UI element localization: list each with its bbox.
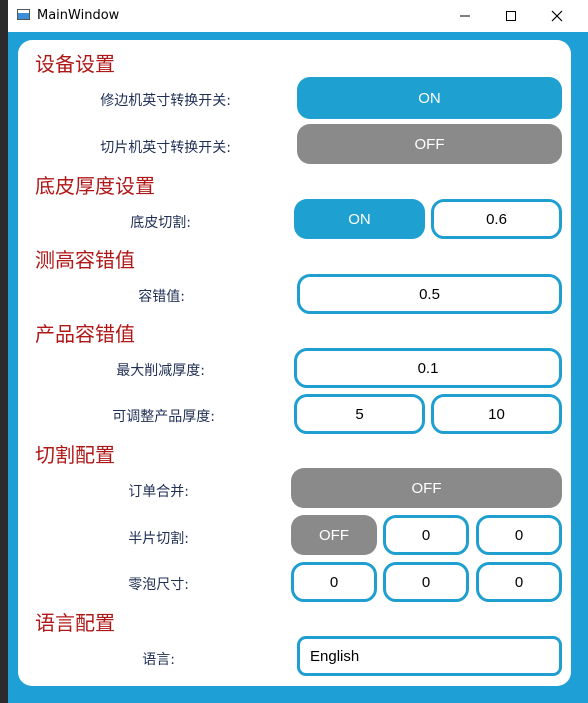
section-title-product: 产品容错值 xyxy=(35,322,135,346)
order-merge-label: 订单合并: xyxy=(128,484,189,500)
minimize-icon xyxy=(460,15,470,17)
half-cut-label: 半片切割: xyxy=(128,531,189,547)
title-bar: MainWindow xyxy=(8,0,588,32)
slice-inch-label: 切片机英寸转换开关: xyxy=(100,140,231,156)
bottom-cut-label: 底皮切割: xyxy=(130,215,191,231)
bubble-size-field-1[interactable]: 0 xyxy=(291,562,377,602)
bubble-size-label: 零泡尺寸: xyxy=(128,577,189,593)
settings-panel: 设备设置 修边机英寸转换开关: ON 切片机英寸转换开关: OFF 底皮厚度设置… xyxy=(18,40,571,686)
bottom-thickness-field[interactable]: 0.6 xyxy=(431,199,562,239)
half-cut-toggle[interactable]: OFF xyxy=(291,515,377,555)
bubble-size-field-2[interactable]: 0 xyxy=(383,562,469,602)
edge-inch-toggle[interactable]: ON xyxy=(297,77,562,119)
language-select[interactable]: English xyxy=(297,636,562,676)
bottom-cut-toggle[interactable]: ON xyxy=(294,199,425,239)
bubble-size-field-3[interactable]: 0 xyxy=(476,562,562,602)
adjustable-min-field[interactable]: 5 xyxy=(294,394,425,434)
tolerance-label: 容错值: xyxy=(138,289,185,305)
half-cut-field-1[interactable]: 0 xyxy=(383,515,469,555)
order-merge-toggle[interactable]: OFF xyxy=(291,468,562,508)
close-icon xyxy=(551,10,563,22)
section-title-device: 设备设置 xyxy=(35,52,115,76)
section-title-bottom: 底皮厚度设置 xyxy=(35,174,155,198)
adjustable-thickness-label: 可调整产品厚度: xyxy=(112,409,215,425)
app-icon xyxy=(17,9,30,20)
close-button[interactable] xyxy=(534,0,580,32)
window-title: MainWindow xyxy=(37,8,120,23)
half-cut-field-2[interactable]: 0 xyxy=(476,515,562,555)
minimize-button[interactable] xyxy=(442,0,488,32)
adjustable-max-field[interactable]: 10 xyxy=(431,394,562,434)
max-reduce-label: 最大削减厚度: xyxy=(116,363,205,379)
tolerance-field[interactable]: 0.5 xyxy=(297,274,562,314)
section-title-cutting: 切割配置 xyxy=(35,443,115,467)
maximize-icon xyxy=(506,11,516,21)
language-label: 语言: xyxy=(142,652,175,668)
section-title-language: 语言配置 xyxy=(35,611,115,635)
section-title-height: 测高容错值 xyxy=(35,248,135,272)
edge-inch-label: 修边机英寸转换开关: xyxy=(100,93,231,109)
slice-inch-toggle[interactable]: OFF xyxy=(297,124,562,164)
maximize-button[interactable] xyxy=(488,0,534,32)
main-window: MainWindow 设备设置 修边机英寸转换开关: ON 切片机英寸转换开关:… xyxy=(8,0,588,703)
max-reduce-field[interactable]: 0.1 xyxy=(294,348,562,388)
background-edge xyxy=(0,0,8,703)
